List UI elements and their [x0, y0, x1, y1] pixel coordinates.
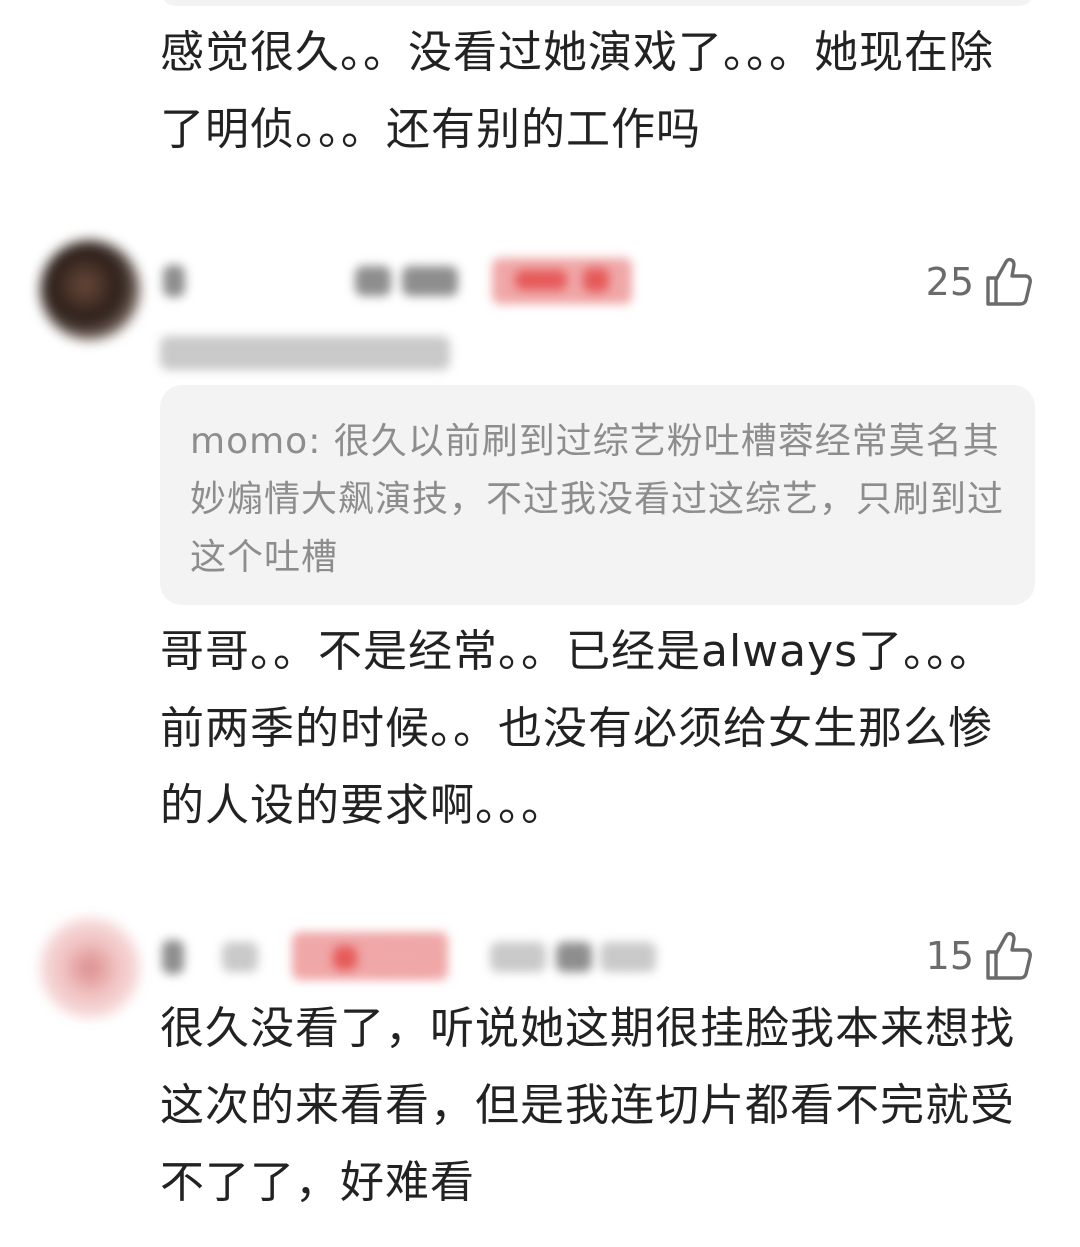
quoted-reply-card[interactable]: momo: 很久以前刷到过综艺粉吐槽蓉经常莫名其妙煽情大飙演技，不过我没看过这综…	[160, 385, 1035, 605]
quoted-author[interactable]: momo	[190, 421, 308, 462]
vip-badge-mark	[583, 268, 609, 292]
comment-meta-blurred	[160, 336, 450, 370]
quoted-separator: :	[308, 421, 334, 462]
username-blurred[interactable]	[162, 940, 184, 974]
user-badge-blurred	[355, 266, 391, 296]
username-blurred[interactable]	[222, 942, 258, 972]
comment-text: 哥哥。。不是经常。。已经是always了。。。前两季的时候。。也没有必须给女生那…	[160, 626, 995, 831]
vip-badge-mark	[372, 944, 430, 970]
like-control[interactable]: 25	[926, 252, 1032, 312]
avatar[interactable]	[40, 240, 140, 340]
comment-meta-blurred	[556, 942, 592, 972]
like-count: 15	[925, 934, 974, 978]
comment-meta-blurred	[600, 942, 656, 972]
thumbs-up-icon[interactable]	[984, 256, 1032, 308]
comment-text: 很久没看了，听说她这期很挂脸我本来想找这次的来看看，但是我连切片都看不完就受不了…	[160, 1003, 1015, 1208]
quoted-reply-text: momo: 很久以前刷到过综艺粉吐槽蓉经常莫名其妙煽情大飙演技，不过我没看过这综…	[190, 413, 1005, 587]
user-badge-blurred	[402, 266, 458, 296]
comment-meta-blurred	[490, 942, 546, 972]
like-count: 25	[925, 260, 974, 304]
vip-badge-mark	[515, 270, 567, 290]
previous-quote-card-edge	[160, 0, 1035, 6]
username-blurred[interactable]	[163, 265, 185, 297]
avatar[interactable]	[40, 918, 140, 1018]
comment-text: 感觉很久。。没看过她演戏了。。。她现在除了明侦。。。还有别的工作吗	[160, 27, 994, 155]
vip-badge-mark	[333, 946, 357, 970]
thumbs-up-icon[interactable]	[984, 930, 1032, 982]
like-control[interactable]: 15	[926, 926, 1032, 986]
